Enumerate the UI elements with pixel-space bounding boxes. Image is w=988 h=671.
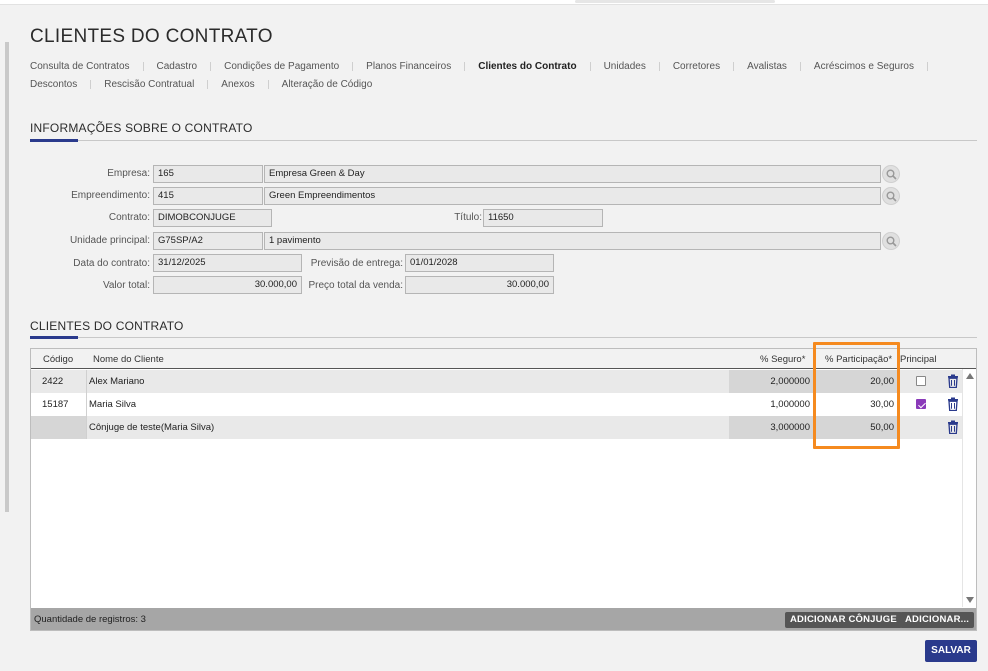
- empreendimento-search-icon[interactable]: [882, 187, 900, 205]
- trash-icon[interactable]: [947, 374, 959, 389]
- tab-unidades[interactable]: Unidades: [604, 61, 646, 72]
- col-header-codigo[interactable]: Código: [43, 354, 73, 365]
- titulo-label: Título:: [454, 212, 482, 223]
- tab-avalistas[interactable]: Avalistas: [747, 61, 787, 72]
- empreendimento-label: Empreendimento:: [71, 190, 150, 201]
- col-header-nome[interactable]: Nome do Cliente: [93, 354, 164, 365]
- table-row[interactable]: 15187 Maria Silva 1,000000 30,00: [31, 393, 962, 416]
- table-row[interactable]: Cônjuge de teste(Maria Silva) 3,000000 50,…: [31, 416, 962, 439]
- cell-nome[interactable]: Alex Mariano: [89, 370, 729, 393]
- tab-bar: Consulta de Contratos Cadastro Condições d…: [30, 60, 960, 96]
- principal-checkbox[interactable]: [916, 399, 926, 409]
- save-button[interactable]: SALVAR: [925, 640, 977, 662]
- record-count: Quantidade de registros: 3: [34, 614, 146, 625]
- titulo-field[interactable]: 11650: [483, 209, 603, 227]
- valor-total-label: Valor total:: [102, 280, 150, 291]
- unidade-code-field[interactable]: G75SP/A2: [153, 232, 263, 250]
- data-contrato-label: Data do contrato:: [73, 258, 150, 269]
- cell-participacao[interactable]: 30,00: [816, 393, 899, 416]
- scroll-up-icon[interactable]: [966, 373, 974, 379]
- clients-section-title: CLIENTES DO CONTRATO: [30, 319, 184, 333]
- cell-nome[interactable]: Cônjuge de teste(Maria Silva): [89, 416, 729, 439]
- tab-alteracao-de-codigo[interactable]: Alteração de Código: [282, 79, 373, 90]
- valor-total-field[interactable]: 30.000,00: [153, 276, 302, 294]
- previsao-entrega-label: Previsão de entrega:: [310, 258, 403, 269]
- tab-separator: [207, 79, 209, 89]
- tab-separator: [658, 61, 660, 71]
- tab-consulta-de-contratos[interactable]: Consulta de Contratos: [30, 61, 130, 72]
- tab-acrescimos-e-seguros[interactable]: Acréscimos e Seguros: [814, 61, 914, 72]
- cell-nome[interactable]: Maria Silva: [89, 393, 729, 416]
- cell-codigo[interactable]: 2422: [31, 370, 87, 393]
- scroll-down-icon[interactable]: [966, 597, 974, 603]
- tab-separator: [142, 61, 144, 71]
- cell-codigo[interactable]: 15187: [31, 393, 87, 416]
- tab-separator: [267, 79, 269, 89]
- empreendimento-name-field[interactable]: Green Empreendimentos: [264, 187, 881, 205]
- empreendimento-code-field[interactable]: 415: [153, 187, 263, 205]
- trash-icon[interactable]: [947, 397, 959, 412]
- tab-descontos[interactable]: Descontos: [30, 79, 77, 90]
- contract-info-divider: [30, 139, 977, 142]
- table-row[interactable]: 2422 Alex Mariano 2,000000 20,00: [31, 370, 962, 393]
- preco-total-field[interactable]: 30.000,00: [405, 276, 554, 294]
- tab-clientes-do-contrato[interactable]: Clientes do Contrato: [478, 61, 576, 72]
- principal-checkbox[interactable]: [916, 376, 926, 386]
- cell-participacao[interactable]: 20,00: [816, 370, 899, 393]
- tab-condicoes-de-pagamento[interactable]: Condições de Pagamento: [224, 61, 339, 72]
- clients-grid: Código Nome do Cliente % Seguro* % Parti…: [30, 348, 977, 631]
- page-title: CLIENTES DO CONTRATO: [30, 26, 273, 47]
- tab-separator: [799, 61, 801, 71]
- empresa-name-field[interactable]: Empresa Green & Day: [264, 165, 881, 183]
- col-header-participacao[interactable]: % Participação*: [825, 354, 892, 365]
- tab-separator: [733, 61, 735, 71]
- contract-info-title: INFORMAÇÕES SOBRE O CONTRATO: [30, 121, 253, 135]
- tab-rescisao-contratual[interactable]: Rescisão Contratual: [104, 79, 194, 90]
- grid-footer: Quantidade de registros: 3 ADICIONAR CÔN…: [31, 608, 976, 630]
- contrato-label: Contrato:: [108, 212, 150, 223]
- grid-header: Código Nome do Cliente % Seguro* % Parti…: [31, 349, 976, 369]
- unidade-name-field[interactable]: 1 pavimento: [264, 232, 881, 250]
- tab-separator: [90, 79, 92, 89]
- unidade-search-icon[interactable]: [882, 232, 900, 250]
- cell-participacao[interactable]: 50,00: [816, 416, 899, 439]
- col-header-seguro[interactable]: % Seguro*: [760, 354, 805, 365]
- add-spouse-button[interactable]: ADICIONAR CÔNJUGE: [785, 612, 902, 628]
- tab-corretores[interactable]: Corretores: [673, 61, 720, 72]
- tab-separator: [589, 61, 591, 71]
- tab-row-1: Consulta de Contratos Cadastro Condições d…: [30, 60, 960, 72]
- tab-anexos[interactable]: Anexos: [221, 79, 254, 90]
- cell-codigo[interactable]: [31, 416, 87, 439]
- tab-row-2: Descontos Rescisão Contratual Anexos Altera…: [30, 78, 960, 90]
- data-contrato-field[interactable]: 31/12/2025: [153, 254, 302, 272]
- tab-planos-financeiros[interactable]: Planos Financeiros: [366, 61, 451, 72]
- cell-seguro[interactable]: 3,000000: [729, 416, 815, 439]
- tab-separator: [926, 61, 928, 71]
- unidade-label: Unidade principal:: [69, 235, 150, 246]
- tab-separator: [464, 61, 466, 71]
- tab-separator: [352, 61, 354, 71]
- cell-seguro[interactable]: 1,000000: [729, 393, 815, 416]
- empresa-code-field[interactable]: 165: [153, 165, 263, 183]
- previsao-entrega-field[interactable]: 01/01/2028: [405, 254, 554, 272]
- tab-cadastro[interactable]: Cadastro: [157, 61, 198, 72]
- cell-seguro[interactable]: 2,000000: [729, 370, 815, 393]
- trash-icon[interactable]: [947, 420, 959, 435]
- add-client-button[interactable]: ADICIONAR...: [900, 612, 975, 628]
- contrato-field[interactable]: DIMOBCONJUGE: [153, 209, 272, 227]
- col-header-principal[interactable]: Principal: [900, 354, 936, 365]
- left-scroll-rail[interactable]: [5, 42, 9, 512]
- empresa-label: Empresa:: [107, 168, 150, 179]
- grid-scrollbar[interactable]: [962, 369, 976, 607]
- preco-total-label: Preço total da venda:: [308, 280, 403, 291]
- top-bar: [0, 0, 988, 5]
- top-search-pill: [575, 0, 775, 3]
- empresa-search-icon[interactable]: [882, 165, 900, 183]
- tab-separator: [210, 61, 212, 71]
- clients-divider: [30, 336, 977, 339]
